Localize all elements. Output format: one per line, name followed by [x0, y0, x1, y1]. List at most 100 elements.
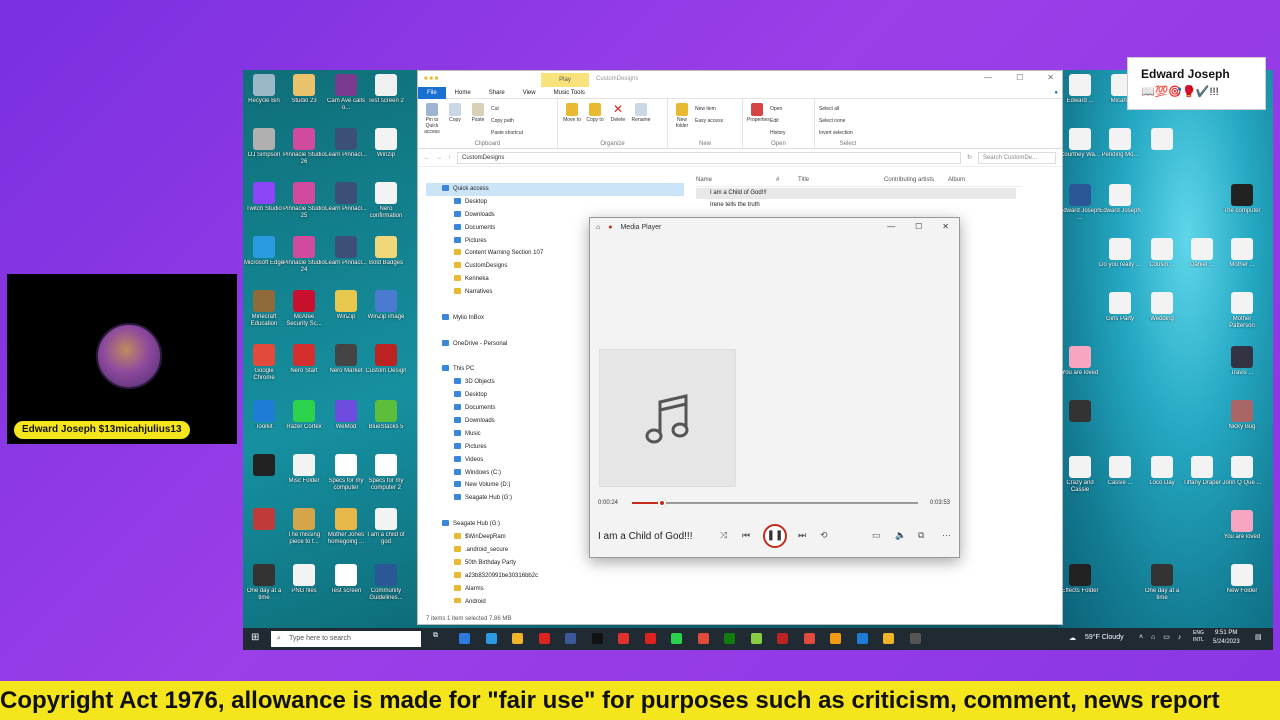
desktop-icon[interactable]: Twitch Studio: [243, 182, 285, 220]
desktop-icon[interactable]: Recycle Bin: [243, 74, 285, 112]
desktop-icon[interactable]: Microsoft Edge: [243, 236, 285, 274]
tray-icons[interactable]: ˄ ⌂ ▭ ♪: [1139, 633, 1184, 641]
taskbar-app-icon[interactable]: [538, 633, 550, 644]
desktop-icon[interactable]: Courtney Wa...: [1059, 128, 1101, 166]
desktop-icon[interactable]: New Folder: [1221, 564, 1263, 602]
desktop-icon[interactable]: Edward Joseph: [1099, 184, 1141, 222]
back-icon[interactable]: ←: [424, 155, 430, 161]
desktop-icon[interactable]: BlueStacks 5: [365, 400, 407, 438]
next-icon[interactable]: ⏭: [798, 530, 806, 541]
taskbar-app-icon[interactable]: [644, 633, 656, 644]
desktop-icon[interactable]: [1059, 400, 1101, 438]
seek-bar[interactable]: [632, 499, 918, 507]
desktop-icon[interactable]: You are loved: [1221, 510, 1263, 548]
edit-button[interactable]: Edit: [770, 115, 786, 127]
desktop-icon[interactable]: Cousin ...: [1141, 238, 1183, 276]
taskbar-app-icon[interactable]: [803, 633, 815, 644]
paste-button[interactable]: Paste: [468, 101, 488, 146]
tab-view[interactable]: View: [514, 87, 545, 99]
desktop-icon[interactable]: Jonn Q Que ...: [1221, 456, 1263, 494]
taskbar-app-icon[interactable]: [565, 633, 576, 644]
nav-item[interactable]: 50th Birthday Party: [426, 557, 684, 570]
desktop-icon[interactable]: Pinnacle Studio 25: [283, 182, 325, 220]
new-item-button[interactable]: New item: [695, 103, 723, 115]
invert-selection-button[interactable]: Invert selection: [819, 127, 853, 139]
desktop-icon[interactable]: Edward Joseph ...: [1059, 184, 1101, 222]
taskbar-app-icon[interactable]: [830, 633, 841, 644]
taskbar-app-icon[interactable]: [618, 633, 629, 644]
desktop-icon[interactable]: Nero confirmation: [365, 182, 407, 220]
nav-item[interactable]: Desktop: [426, 196, 684, 209]
weather-text[interactable]: 59°F Cloudy: [1085, 634, 1124, 641]
select-all-button[interactable]: Select all: [819, 103, 853, 115]
desktop-icon[interactable]: Mother Patterson: [1221, 292, 1263, 330]
paste-shortcut-button[interactable]: Paste shortcut: [491, 127, 523, 139]
nav-item[interactable]: a23b8320991be30316bb2c: [426, 570, 684, 583]
delete-button[interactable]: ✕ Delete: [608, 101, 628, 146]
tab-file[interactable]: File: [418, 86, 446, 99]
desktop-icon[interactable]: Tiffany Draper: [1181, 456, 1223, 494]
desktop-icon[interactable]: Cam Ave calls o...: [325, 74, 367, 112]
taskbar-app-icon[interactable]: [671, 633, 682, 644]
taskbar-app-icon[interactable]: [909, 633, 921, 644]
desktop-icon[interactable]: Razer Cortex: [283, 400, 325, 438]
col-title[interactable]: Title: [798, 173, 884, 186]
desktop-icon[interactable]: Specs for my computer: [325, 454, 367, 492]
desktop-icon[interactable]: Nero Start: [283, 344, 325, 382]
desktop-icon[interactable]: Cassie ...: [1099, 456, 1141, 494]
desktop-icon[interactable]: Nicky Bug: [1221, 400, 1263, 438]
cast-icon[interactable]: ▭: [872, 530, 881, 541]
taskbar-app-icon[interactable]: [485, 633, 497, 644]
desktop-icon[interactable]: Misc Folder: [283, 454, 325, 492]
volume-icon[interactable]: 🔈: [895, 530, 906, 541]
desktop-icon[interactable]: I am a child of god: [365, 508, 407, 546]
up-icon[interactable]: ↑: [448, 155, 451, 161]
shuffle-icon[interactable]: ⤨: [720, 530, 727, 541]
desktop-icon[interactable]: Learn Pinnacl...: [325, 128, 367, 166]
search-input[interactable]: Search CustomDe...: [978, 151, 1056, 164]
file-row[interactable]: I am a Child of God!!!: [696, 188, 1016, 199]
rename-button[interactable]: Rename: [631, 101, 651, 146]
desktop-icon[interactable]: Minecraft Education: [243, 290, 285, 328]
taskbar-app-icon[interactable]: [777, 633, 788, 644]
copy-to-button[interactable]: Copy to: [585, 101, 605, 146]
maximize-icon[interactable]: ☐: [915, 222, 922, 231]
forward-icon[interactable]: →: [436, 155, 442, 161]
desktop-icon[interactable]: Custom Design: [365, 344, 407, 382]
minimize-icon[interactable]: —: [984, 73, 992, 82]
desktop-icon[interactable]: PNG files: [283, 564, 325, 602]
desktop-icon[interactable]: Edward ...: [1059, 74, 1101, 112]
taskbar-app-icon[interactable]: [724, 633, 735, 644]
desktop-icon[interactable]: Community Guidelines...: [365, 564, 407, 602]
tab-music-tools[interactable]: Music Tools: [545, 87, 594, 99]
more-options-icon[interactable]: ⋯: [942, 530, 951, 541]
desktop-icon[interactable]: Bold Badges: [365, 236, 407, 274]
desktop-icon[interactable]: [1141, 128, 1183, 166]
easy-access-button[interactable]: Easy access: [695, 115, 723, 127]
clock-time[interactable]: 9:51 PM: [1215, 630, 1237, 636]
help-icon[interactable]: ●: [1054, 90, 1058, 96]
play-context-tab[interactable]: Play: [541, 73, 589, 87]
previous-icon[interactable]: ⏮: [742, 530, 750, 541]
miniplayer-icon[interactable]: ⧉: [918, 530, 924, 541]
desktop-icon[interactable]: [243, 508, 285, 546]
desktop-icon[interactable]: One day at a time: [243, 564, 285, 602]
nav-item[interactable]: Android: [426, 596, 684, 603]
tab-home[interactable]: Home: [446, 87, 480, 99]
desktop-icon[interactable]: Winzip: [365, 128, 407, 166]
desktop-icon[interactable]: WeMod: [325, 400, 367, 438]
desktop-icon[interactable]: Learn Pinnacl...: [325, 236, 367, 274]
desktop-icon[interactable]: Google Chrome: [243, 344, 285, 382]
language-indicator[interactable]: ENG INTL: [1193, 630, 1204, 644]
home-icon[interactable]: ⌂: [596, 224, 600, 231]
desktop-icon[interactable]: [243, 454, 285, 492]
desktop-icon[interactable]: Nero Market: [325, 344, 367, 382]
taskbar-search-input[interactable]: ⌕ Type here to search: [271, 631, 421, 647]
new-folder-button[interactable]: New folder: [672, 101, 692, 146]
copy-path-button[interactable]: Copy path: [491, 115, 523, 127]
desktop-icon[interactable]: Wedding: [1141, 292, 1183, 330]
taskbar-app-icon[interactable]: [591, 633, 603, 644]
pause-button[interactable]: ❚❚: [763, 524, 787, 548]
desktop-icon[interactable]: Test screen 2: [365, 74, 407, 112]
open-button[interactable]: Open: [770, 103, 786, 115]
